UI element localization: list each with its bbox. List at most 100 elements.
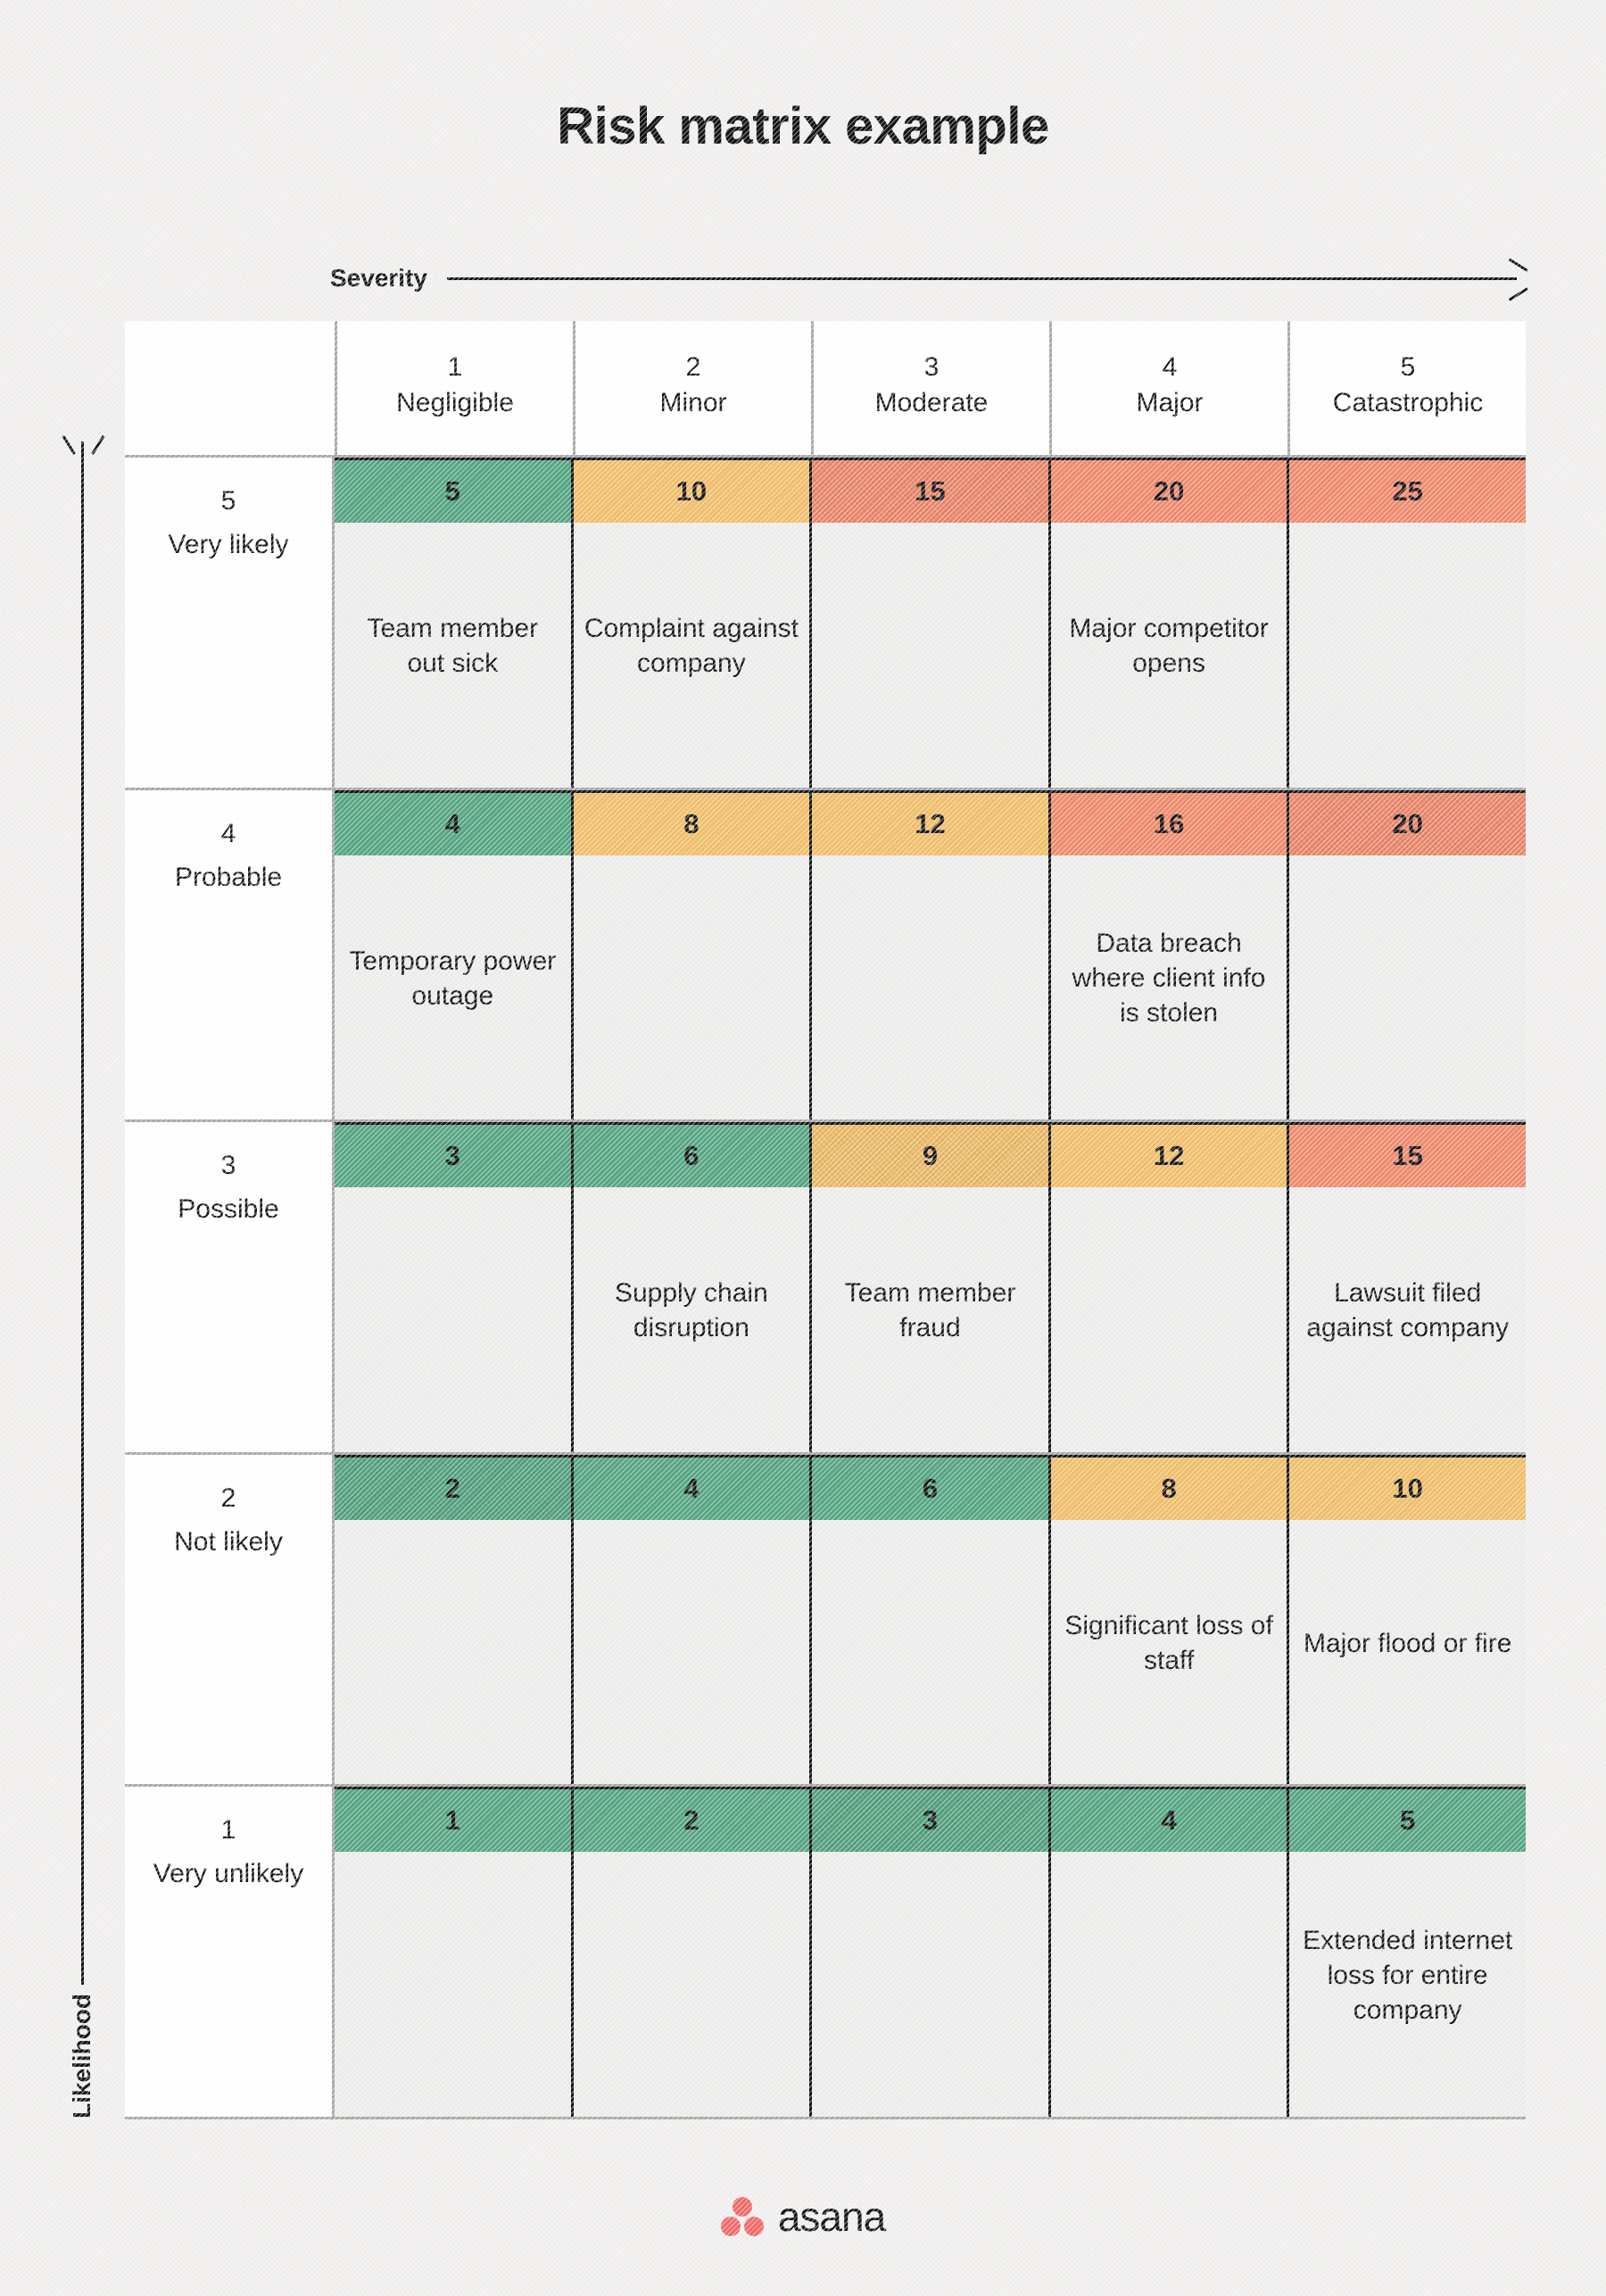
risk-score-value: 12 [1153,1140,1185,1172]
risk-description: Data breach where client info is stolen [1072,929,1266,1028]
risk-cell[interactable]: 12 [812,792,1051,1120]
risk-description: Major flood or fire [1303,1628,1512,1658]
risk-score-value: 9 [922,1140,939,1172]
risk-description [1289,523,1526,788]
risk-cell[interactable]: 2 [573,1789,813,2117]
risk-cell[interactable]: 6 [812,1457,1051,1785]
matrix-row-cells: 2 4 6 8 Significant loss of staff 10 Major flo… [335,1454,1526,1785]
risk-cell[interactable]: 1 [335,1789,574,2117]
severity-column-name: Major [1136,388,1204,417]
risk-score-value: 20 [1392,807,1423,839]
risk-score-band: 9 [812,1125,1048,1188]
risk-cell[interactable]: 15 [812,460,1051,788]
likelihood-row-name: Very likely [168,530,289,559]
matrix-row: 3 Possible 3 6 Supply chain disruption 9 Team … [125,1122,1526,1455]
arrow-up-icon [69,433,95,1985]
risk-cell[interactable]: 2 [335,1457,574,1785]
severity-column-number: 3 [923,351,940,382]
risk-cell[interactable]: 3 [335,1125,574,1452]
brand-footer: asana [0,2193,1606,2241]
risk-cell[interactable]: 6 Supply chain disruption [573,1125,813,1452]
likelihood-row-number: 3 [220,1151,236,1181]
risk-score-value: 4 [683,1472,700,1504]
matrix-row: 4 Probable 4 Temporary power outage 8 12 16 Dat… [125,789,1526,1123]
risk-description [1289,855,1526,1120]
risk-score-band: 20 [1289,792,1526,855]
severity-column-header: 2 Minor [575,321,814,455]
risk-cell[interactable]: 15 Lawsuit filed against company [1289,1125,1526,1452]
matrix-row: 1 Very unlikely 1 2 3 4 5 Extended internet los… [125,1787,1526,2119]
risk-cell[interactable]: 20 [1289,792,1526,1120]
risk-description [574,1520,810,1785]
risk-score-value: 8 [1161,1472,1177,1504]
risk-description: Team member out sick [367,614,539,679]
likelihood-row-name: Possible [178,1194,279,1225]
severity-column-number: 5 [1400,351,1416,382]
risk-cell[interactable]: 20 Major competitor opens [1050,460,1290,788]
risk-score-value: 4 [1161,1805,1177,1837]
likelihood-axis: Likelihood [46,433,118,2118]
risk-matrix: 1 Negligible 2 Minor 3 Moderate 4 Major 5 Catastr… [125,321,1526,2119]
likelihood-row-number: 5 [220,486,236,516]
risk-score-band: 1 [335,1789,571,1853]
risk-description [1051,1187,1287,1452]
risk-description: Temporary power outage [349,946,557,1011]
likelihood-row-name: Not likely [174,1526,283,1557]
risk-cell[interactable]: 8 Significant loss of staff [1050,1457,1290,1785]
risk-score-band: 12 [1050,1125,1287,1188]
risk-score-band: 10 [1289,1457,1526,1520]
severity-column-header: 1 Negligible [337,321,575,455]
risk-score-value: 5 [1400,1805,1416,1837]
risk-score-value: 2 [683,1805,700,1837]
matrix-row-cells: 4 Temporary power outage 8 12 16 Data breach … [335,789,1526,1120]
risk-cell[interactable]: 3 [812,1789,1051,2117]
severity-axis-label: Severity [330,264,427,292]
risk-score-value: 3 [444,1140,460,1172]
risk-score-band: 10 [573,460,810,523]
risk-score-value: 12 [915,807,946,839]
risk-cell[interactable]: 12 [1050,1125,1290,1452]
risk-score-band: 20 [1050,460,1287,523]
likelihood-row-name: Probable [174,862,283,892]
risk-score-band: 2 [573,1789,810,1853]
severity-axis: Severity [330,259,1526,298]
risk-score-value: 15 [915,475,946,507]
risk-score-band: 25 [1289,460,1526,523]
matrix-row-cells: 5 Team member out sick 10 Complaint against… [335,458,1526,788]
risk-cell[interactable]: 8 [573,792,813,1120]
risk-description [812,1520,1048,1785]
risk-cell[interactable]: 10 Major flood or fire [1289,1457,1526,1785]
risk-cell[interactable]: 25 [1289,460,1526,788]
risk-description: Team member fraud [844,1278,1016,1343]
risk-score-band: 15 [812,460,1048,523]
risk-cell[interactable]: 4 [573,1457,813,1785]
likelihood-row-number: 1 [220,1815,236,1846]
risk-score-value: 25 [1392,475,1423,507]
risk-cell[interactable]: 5 Team member out sick [335,460,574,788]
severity-column-number: 1 [447,351,463,382]
risk-description [812,855,1048,1120]
risk-score-band: 4 [335,792,571,855]
risk-score-value: 4 [444,807,460,839]
likelihood-row-name: Very unlikely [153,1859,304,1889]
risk-score-band: 8 [1050,1457,1287,1520]
risk-cell[interactable]: 16 Data breach where client info is stole… [1050,792,1290,1120]
risk-description [574,1852,810,2117]
risk-score-value: 3 [922,1805,939,1837]
risk-cell[interactable]: 4 Temporary power outage [335,792,574,1120]
matrix-row: 2 Not likely 2 4 6 8 Significant loss of staff… [125,1454,1526,1788]
likelihood-row-header: 3 Possible [125,1122,335,1452]
risk-cell[interactable]: 10 Complaint against company [573,460,813,788]
risk-cell[interactable]: 5 Extended internet loss for entire compa… [1289,1789,1526,2117]
severity-column-number: 2 [685,351,701,382]
risk-cell[interactable]: 4 [1050,1789,1290,2117]
risk-description [1051,1852,1287,2117]
risk-score-band: 3 [812,1789,1048,1853]
risk-score-band: 2 [335,1457,571,1520]
risk-cell[interactable]: 9 Team member fraud [812,1125,1051,1452]
likelihood-axis-label: Likelihood [68,1994,95,2118]
page-title: Risk matrix example [557,97,1049,155]
risk-description [574,855,810,1120]
risk-score-value: 10 [675,475,708,507]
severity-column-number: 4 [1162,351,1178,382]
